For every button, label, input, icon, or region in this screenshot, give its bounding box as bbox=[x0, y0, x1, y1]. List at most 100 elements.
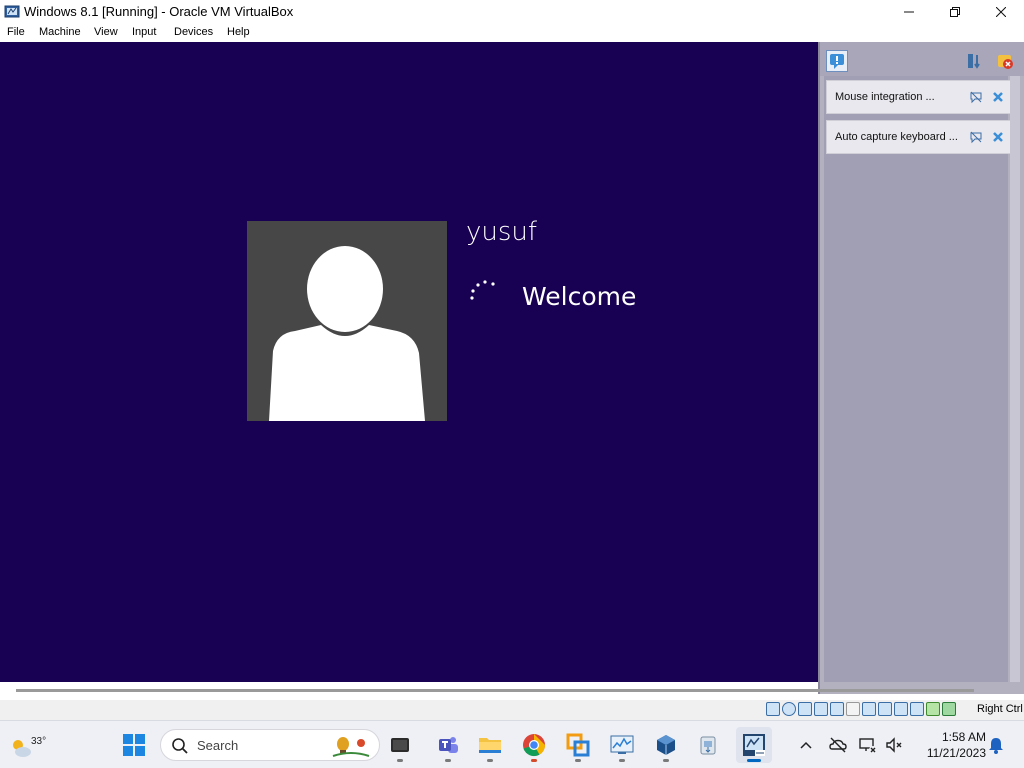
running-indicator bbox=[397, 759, 403, 762]
start-button[interactable] bbox=[120, 731, 148, 759]
shared-folders-icon[interactable] bbox=[846, 702, 860, 716]
virtualbox-window: Windows 8.1 [Running] - Oracle VM Virtua… bbox=[0, 0, 1024, 768]
notification-bell-icon[interactable] bbox=[986, 735, 1006, 755]
teams-icon bbox=[439, 737, 458, 753]
file-explorer-icon bbox=[479, 738, 501, 753]
sort-icon bbox=[968, 54, 980, 69]
windows-logo-icon bbox=[123, 734, 145, 756]
running-indicator bbox=[531, 759, 537, 762]
dismiss-all-button[interactable] bbox=[995, 51, 1015, 71]
loading-spinner-icon bbox=[470, 280, 495, 300]
running-indicator bbox=[575, 759, 581, 762]
taskbar-vmware[interactable] bbox=[560, 727, 596, 763]
close-notification-icon[interactable] bbox=[991, 90, 1005, 104]
host-key-label[interactable]: Right Ctrl bbox=[977, 703, 1023, 715]
vmware-icon bbox=[566, 733, 590, 757]
terminal-icon bbox=[391, 738, 409, 752]
optical-drive-icon[interactable] bbox=[782, 702, 796, 716]
taskbar-virtualbox[interactable] bbox=[648, 727, 684, 763]
taskbar-windows-8-1-vm[interactable] bbox=[736, 727, 772, 763]
clock-date: 11/21/2023 bbox=[926, 746, 986, 760]
app-installer-icon bbox=[700, 736, 716, 755]
vm-display[interactable]: yusuf Welcome bbox=[0, 42, 818, 682]
taskbar-file-explorer[interactable] bbox=[472, 727, 508, 763]
virtualization-icon[interactable] bbox=[910, 702, 924, 716]
notification-label: Auto capture keyboard ... bbox=[835, 131, 958, 143]
sort-notifications-button[interactable] bbox=[965, 51, 985, 71]
weather-temperature: 33° bbox=[31, 736, 47, 747]
network-disconnected-icon[interactable] bbox=[858, 735, 878, 755]
user-avatar bbox=[247, 221, 447, 421]
network-icon[interactable] bbox=[814, 702, 828, 716]
notification-toggle-button[interactable] bbox=[826, 50, 848, 72]
virtualbox-app-icon bbox=[4, 5, 20, 18]
horizontal-scrollbar[interactable] bbox=[16, 689, 974, 692]
notification-scrollbar[interactable] bbox=[1010, 76, 1020, 682]
performance-monitor-icon bbox=[610, 735, 634, 754]
virtualbox-icon bbox=[657, 735, 675, 755]
notification-label: Mouse integration ... bbox=[835, 91, 935, 103]
clear-all-icon bbox=[998, 55, 1013, 69]
mouse-integration-icon[interactable] bbox=[942, 702, 956, 716]
running-indicator bbox=[445, 759, 451, 762]
taskbar-performance-monitor[interactable] bbox=[604, 727, 640, 763]
audio-icon[interactable] bbox=[798, 702, 812, 716]
show-hidden-icons-chevron-icon[interactable] bbox=[796, 735, 816, 755]
restore-icon bbox=[950, 7, 960, 17]
do-not-show-again-icon[interactable] bbox=[969, 130, 983, 144]
welcome-status: Welcome bbox=[522, 282, 637, 311]
maximize-button[interactable] bbox=[932, 0, 978, 24]
notification-mouse-integration[interactable]: Mouse integration ... bbox=[826, 80, 1014, 114]
username: yusuf bbox=[466, 217, 538, 247]
recording-icon[interactable] bbox=[878, 702, 892, 716]
clock-time: 1:58 AM bbox=[941, 730, 986, 744]
taskbar-chrome[interactable] bbox=[516, 727, 552, 763]
menu-devices[interactable]: Devices bbox=[174, 26, 213, 38]
volume-muted-icon[interactable] bbox=[884, 735, 904, 755]
close-button[interactable] bbox=[978, 0, 1024, 24]
user-silhouette-icon bbox=[269, 246, 425, 421]
do-not-show-again-icon[interactable] bbox=[969, 90, 983, 104]
notification-toolbar bbox=[820, 42, 1024, 76]
weather-widget[interactable]: 33° bbox=[8, 727, 47, 763]
windows-taskbar: 33° Search 1:58 AM 11/21/2023 bbox=[0, 720, 1024, 768]
menu-view[interactable]: View bbox=[94, 26, 118, 38]
notification-auto-capture-keyboard[interactable]: Auto capture keyboard ... bbox=[826, 120, 1014, 154]
windows-8-1-vm-icon bbox=[743, 734, 765, 756]
menu-machine[interactable]: Machine bbox=[39, 26, 81, 38]
taskbar-terminal[interactable] bbox=[382, 727, 418, 763]
menu-input[interactable]: Input bbox=[132, 26, 156, 38]
running-indicator bbox=[487, 759, 493, 762]
running-indicator bbox=[663, 759, 669, 762]
close-notification-icon[interactable] bbox=[991, 130, 1005, 144]
title-bar[interactable]: Windows 8.1 [Running] - Oracle VM Virtua… bbox=[0, 0, 1024, 24]
menu-file[interactable]: File bbox=[7, 26, 25, 38]
chrome-icon bbox=[523, 734, 546, 757]
notification-list bbox=[824, 76, 1008, 682]
info-bubble-icon bbox=[830, 54, 844, 69]
video-capture-icon[interactable] bbox=[894, 702, 908, 716]
minimize-button[interactable] bbox=[886, 0, 932, 24]
menu-help[interactable]: Help bbox=[227, 26, 250, 38]
partly-cloudy-icon bbox=[13, 740, 31, 757]
hard-disk-icon[interactable] bbox=[766, 702, 780, 716]
taskbar-teams[interactable] bbox=[430, 727, 466, 763]
usb-icon[interactable] bbox=[830, 702, 844, 716]
cpu-icon[interactable] bbox=[926, 702, 940, 716]
window-title: Windows 8.1 [Running] - Oracle VM Virtua… bbox=[24, 4, 294, 19]
display-icon[interactable] bbox=[862, 702, 876, 716]
search-placeholder: Search bbox=[197, 738, 239, 753]
search-highlight-icon bbox=[332, 737, 370, 757]
menu-bar: File Machine View Input Devices Help bbox=[0, 24, 1024, 42]
minimize-icon bbox=[904, 11, 914, 13]
onedrive-offline-icon[interactable] bbox=[828, 735, 848, 755]
system-clock[interactable]: 1:58 AM 11/21/2023 bbox=[912, 729, 986, 761]
close-icon bbox=[996, 7, 1006, 17]
taskbar-app-installer[interactable] bbox=[690, 727, 726, 763]
status-icons bbox=[766, 702, 956, 718]
search-icon bbox=[172, 738, 188, 754]
notification-center: Mouse integration ... Auto capture keybo… bbox=[818, 42, 1024, 694]
taskbar-search[interactable]: Search bbox=[160, 729, 380, 761]
running-indicator bbox=[619, 759, 625, 762]
active-indicator bbox=[747, 759, 761, 762]
